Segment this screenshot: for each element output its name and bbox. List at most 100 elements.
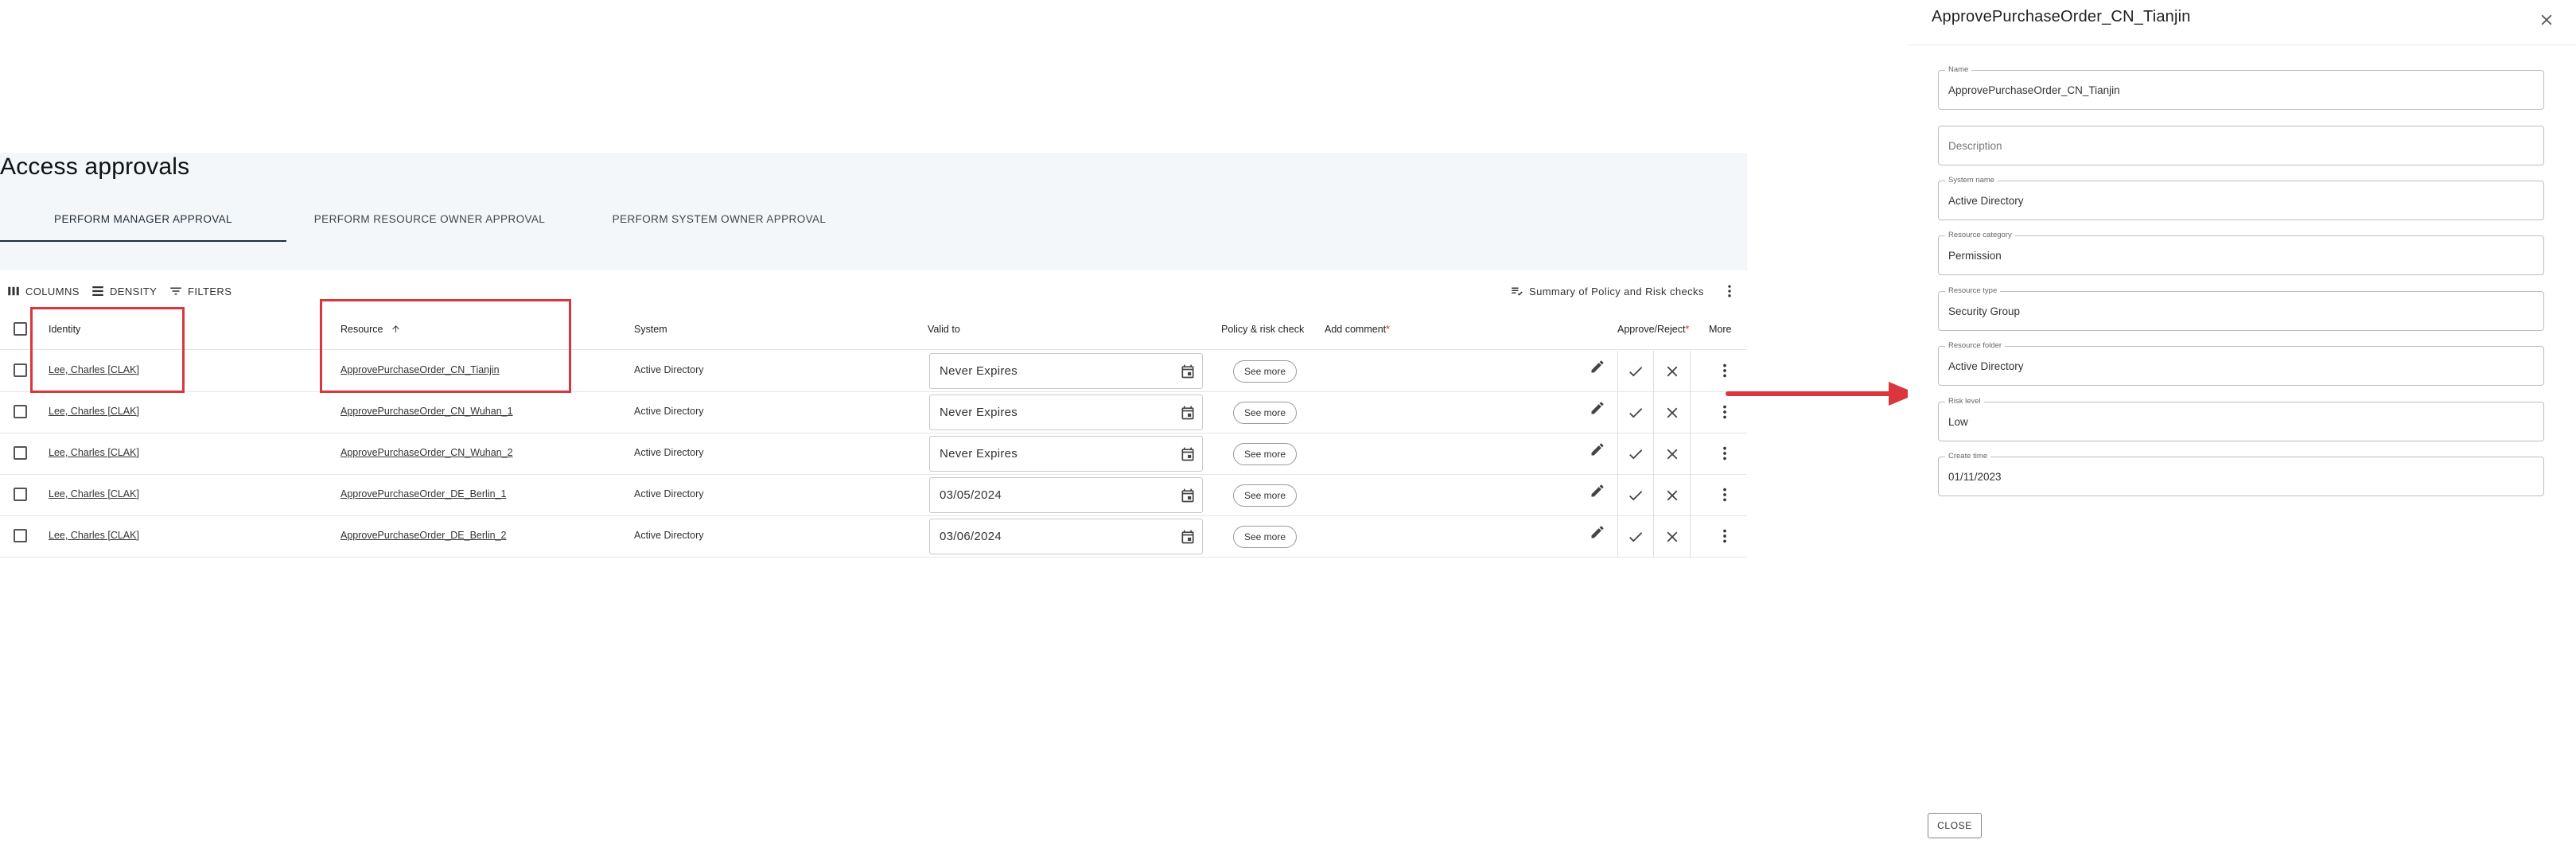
calendar-icon[interactable]	[1180, 446, 1196, 462]
columns-icon	[8, 286, 19, 296]
columns-button[interactable]: COLUMNS	[6, 282, 80, 301]
sort-ascending-icon[interactable]	[391, 324, 401, 334]
resource-type-label: Resource type	[1945, 286, 2001, 295]
name-value: ApprovePurchaseOrder_CN_Tianjin	[1948, 84, 2120, 96]
header-add-comment-label: Add comment	[1325, 324, 1387, 335]
close-icon	[1667, 531, 1677, 542]
density-button[interactable]: DENSITY	[91, 282, 157, 301]
row-more-icon[interactable]	[1716, 527, 1734, 545]
density-icon	[92, 286, 103, 296]
edit-comment-icon[interactable]	[1590, 524, 1605, 540]
row-checkbox[interactable]	[14, 363, 27, 377]
resource-link[interactable]: ApprovePurchaseOrder_CN_Tianjin	[340, 364, 500, 375]
resource-link[interactable]: ApprovePurchaseOrder_DE_Berlin_1	[340, 488, 506, 499]
check-icon	[1629, 408, 1643, 418]
create-time-field[interactable]: Create time 01/11/2023	[1938, 452, 2544, 496]
resource-type-field[interactable]: Resource type Security Group	[1938, 286, 2544, 331]
system-name-value: Active Directory	[1948, 195, 2024, 207]
row-more-icon[interactable]	[1716, 362, 1734, 379]
name-field[interactable]: Name ApprovePurchaseOrder_CN_Tianjin	[1938, 65, 2544, 110]
annotation-arrow-icon	[1726, 382, 1917, 406]
resource-details-drawer: ApprovePurchaseOrder_CN_Tianjin Name Appr…	[1908, 0, 2576, 859]
header-resource[interactable]: Resource	[340, 324, 401, 335]
row-checkbox[interactable]	[14, 529, 27, 542]
reject-button[interactable]	[1654, 433, 1691, 475]
valid-to-field[interactable]: Never Expires	[929, 353, 1203, 389]
system-name-label: System name	[1945, 176, 1998, 185]
edit-comment-icon[interactable]	[1590, 441, 1605, 457]
approve-button[interactable]	[1617, 351, 1654, 392]
row-more-icon[interactable]	[1716, 445, 1734, 462]
close-button[interactable]: CLOSE	[1928, 813, 1982, 838]
close-icon	[1667, 366, 1677, 377]
approve-button[interactable]	[1617, 475, 1654, 516]
tab-system-owner-approval[interactable]: PERFORM SYSTEM OWNER APPROVAL	[598, 205, 840, 242]
identity-link[interactable]: Lee, Charles [CLAK]	[49, 530, 139, 541]
close-icon[interactable]	[2538, 11, 2555, 29]
required-marker: *	[1386, 324, 1390, 335]
header-approve-reject[interactable]: Approve/Reject*	[1617, 324, 1689, 335]
approve-button[interactable]	[1617, 392, 1654, 433]
calendar-icon[interactable]	[1180, 405, 1196, 421]
row-checkbox[interactable]	[14, 446, 27, 460]
identity-link[interactable]: Lee, Charles [CLAK]	[49, 364, 139, 375]
valid-to-field[interactable]: 03/06/2024	[929, 519, 1203, 554]
valid-to-value: Never Expires	[940, 364, 1018, 378]
reject-button[interactable]	[1654, 516, 1691, 558]
header-more: More	[1709, 324, 1732, 335]
row-checkbox[interactable]	[14, 488, 27, 501]
filters-button[interactable]: FILTERS	[169, 282, 232, 301]
resource-link[interactable]: ApprovePurchaseOrder_CN_Wuhan_2	[340, 447, 513, 458]
description-field[interactable]: Description	[1938, 126, 2544, 165]
approve-button[interactable]	[1617, 433, 1654, 475]
header-identity[interactable]: Identity	[49, 324, 80, 335]
summary-policy-risk-button[interactable]: Summary of Policy and Risk checks	[1510, 282, 1704, 301]
check-icon	[1629, 532, 1643, 542]
header-valid-to[interactable]: Valid to	[928, 324, 960, 335]
row-checkbox[interactable]	[14, 405, 27, 418]
header-policy-risk[interactable]: Policy & risk check	[1221, 324, 1304, 335]
calendar-icon[interactable]	[1180, 488, 1196, 503]
see-more-button[interactable]: See more	[1233, 484, 1297, 507]
resource-folder-field[interactable]: Resource folder Active Directory	[1938, 341, 2544, 386]
valid-to-value: Never Expires	[940, 406, 1018, 419]
see-more-button[interactable]: See more	[1233, 443, 1297, 465]
identity-link[interactable]: Lee, Charles [CLAK]	[49, 488, 139, 499]
valid-to-field[interactable]: Never Expires	[929, 395, 1203, 430]
row-more-icon[interactable]	[1716, 486, 1734, 503]
valid-to-field[interactable]: Never Expires	[929, 436, 1203, 472]
resource-link[interactable]: ApprovePurchaseOrder_CN_Wuhan_1	[340, 406, 513, 417]
reject-button[interactable]	[1654, 351, 1691, 392]
more-options-icon[interactable]	[1722, 282, 1737, 300]
risk-level-label: Risk level	[1945, 397, 1984, 406]
edit-comment-icon[interactable]	[1590, 483, 1605, 499]
reject-button[interactable]	[1654, 475, 1691, 516]
valid-to-field[interactable]: 03/05/2024	[929, 477, 1203, 513]
system-cell: Active Directory	[634, 364, 704, 375]
see-more-button[interactable]: See more	[1233, 360, 1297, 383]
resource-type-value: Security Group	[1948, 305, 2021, 317]
resource-category-label: Resource category	[1945, 231, 2015, 239]
resource-link[interactable]: ApprovePurchaseOrder_DE_Berlin_2	[340, 530, 506, 541]
header-system[interactable]: System	[634, 324, 667, 335]
risk-level-value: Low	[1948, 416, 1968, 428]
calendar-icon[interactable]	[1180, 363, 1196, 379]
identity-link[interactable]: Lee, Charles [CLAK]	[49, 447, 139, 458]
select-all-checkbox[interactable]	[14, 322, 27, 336]
reject-button[interactable]	[1654, 392, 1691, 433]
tab-resource-owner-approval[interactable]: PERFORM RESOURCE OWNER APPROVAL	[302, 205, 557, 242]
identity-link[interactable]: Lee, Charles [CLAK]	[49, 406, 139, 417]
valid-to-value: 03/05/2024	[940, 488, 1002, 502]
header-add-comment[interactable]: Add comment*	[1325, 324, 1390, 335]
check-icon	[1629, 449, 1643, 460]
approve-button[interactable]	[1617, 516, 1654, 558]
edit-comment-icon[interactable]	[1590, 359, 1605, 375]
risk-level-field[interactable]: Risk level Low	[1938, 397, 2544, 441]
edit-comment-icon[interactable]	[1590, 400, 1605, 416]
system-name-field[interactable]: System name Active Directory	[1938, 176, 2544, 220]
see-more-button[interactable]: See more	[1233, 526, 1297, 548]
resource-category-field[interactable]: Resource category Permission	[1938, 231, 2544, 275]
see-more-button[interactable]: See more	[1233, 402, 1297, 424]
tab-manager-approval[interactable]: PERFORM MANAGER APPROVAL	[0, 205, 286, 242]
calendar-icon[interactable]	[1180, 529, 1196, 545]
